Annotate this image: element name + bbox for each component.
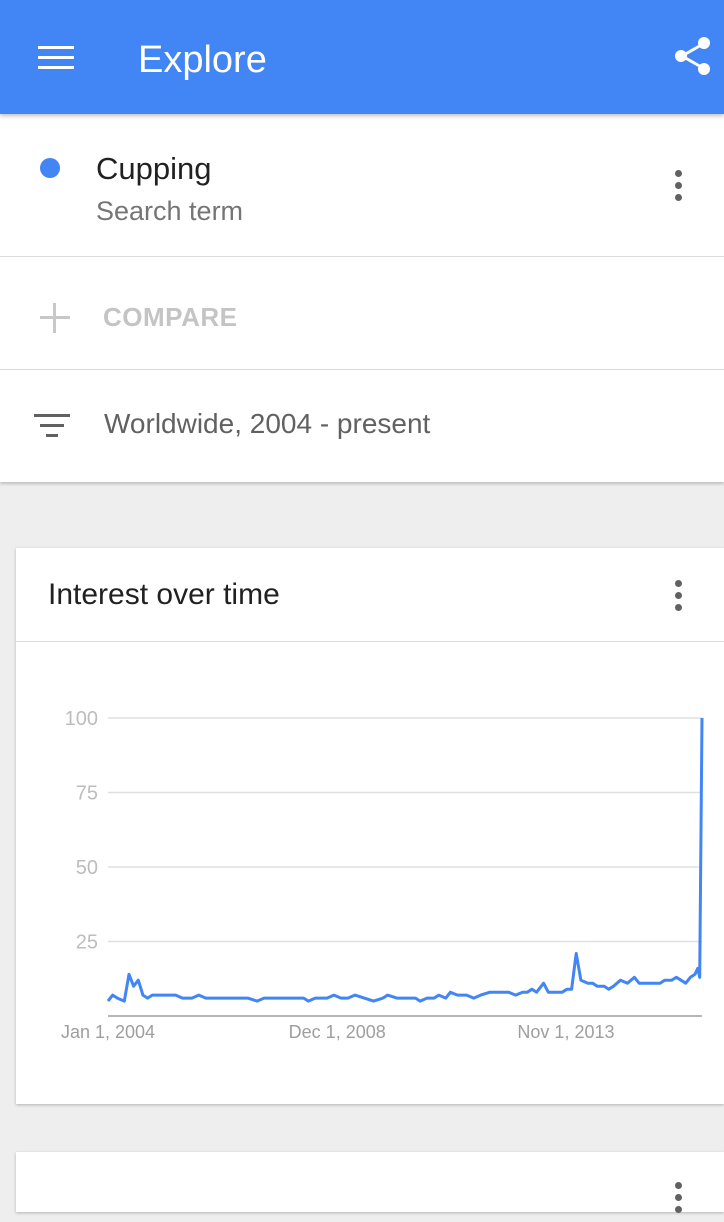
- search-term-name: Cupping: [96, 151, 212, 186]
- card-more-options-icon[interactable]: [666, 580, 690, 620]
- y-tick-label: 25: [76, 932, 98, 954]
- series-line-cupping: [106, 717, 704, 1003]
- compare-button[interactable]: COMPARE: [103, 302, 237, 333]
- y-tick-label: 50: [76, 857, 98, 879]
- more-options-icon[interactable]: [666, 170, 690, 210]
- interest-chart: 25 50 75 100 Jan 1, 2004 Dec 1, 2008 Nov 1, 20…: [61, 708, 704, 1042]
- filter-label[interactable]: Worldwide, 2004 - present: [104, 408, 430, 440]
- card-title: Interest over time: [48, 578, 280, 611]
- interest-over-time-card: Interest over time 25 50 75 100 Jan 1, 2004 D…: [16, 548, 724, 1104]
- plus-icon[interactable]: [40, 303, 70, 333]
- filter-icon[interactable]: [34, 412, 70, 440]
- divider: [16, 641, 724, 642]
- x-tick-label: Jan 1, 2004: [61, 1022, 155, 1042]
- y-tick-label: 100: [65, 708, 98, 730]
- x-tick-label: Nov 1, 2013: [517, 1022, 614, 1042]
- card-more-options-icon[interactable]: [666, 1182, 690, 1222]
- x-tick-label: Dec 1, 2008: [289, 1022, 386, 1042]
- page-title: Explore: [138, 39, 267, 81]
- share-icon[interactable]: [670, 34, 714, 78]
- app-bar: Explore: [0, 0, 724, 114]
- menu-icon[interactable]: [36, 40, 76, 74]
- y-tick-label: 75: [76, 783, 98, 805]
- series-color-dot: [40, 158, 60, 178]
- search-term-type: Search term: [96, 196, 244, 226]
- next-card: [16, 1152, 724, 1213]
